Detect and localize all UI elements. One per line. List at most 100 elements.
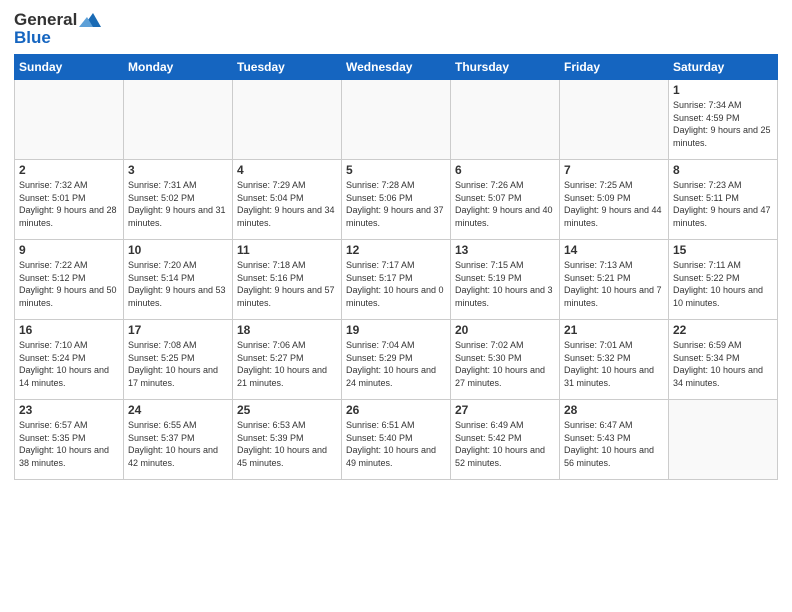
- day-info: Sunrise: 7:08 AM Sunset: 5:25 PM Dayligh…: [128, 339, 228, 389]
- day-info: Sunrise: 7:04 AM Sunset: 5:29 PM Dayligh…: [346, 339, 446, 389]
- day-number: 1: [673, 83, 773, 97]
- day-info: Sunrise: 6:55 AM Sunset: 5:37 PM Dayligh…: [128, 419, 228, 469]
- weekday-wednesday: Wednesday: [342, 55, 451, 80]
- day-info: Sunrise: 7:29 AM Sunset: 5:04 PM Dayligh…: [237, 179, 337, 229]
- day-cell: 3 Sunrise: 7:31 AM Sunset: 5:02 PM Daylig…: [124, 160, 233, 240]
- day-cell: 17 Sunrise: 7:08 AM Sunset: 5:25 PM Dayli…: [124, 320, 233, 400]
- day-number: 19: [346, 323, 446, 337]
- day-info: Sunrise: 6:51 AM Sunset: 5:40 PM Dayligh…: [346, 419, 446, 469]
- day-info: Sunrise: 7:26 AM Sunset: 5:07 PM Dayligh…: [455, 179, 555, 229]
- day-number: 7: [564, 163, 664, 177]
- day-cell: [451, 80, 560, 160]
- day-cell: 13 Sunrise: 7:15 AM Sunset: 5:19 PM Dayli…: [451, 240, 560, 320]
- day-number: 28: [564, 403, 664, 417]
- day-info: Sunrise: 7:23 AM Sunset: 5:11 PM Dayligh…: [673, 179, 773, 229]
- weekday-tuesday: Tuesday: [233, 55, 342, 80]
- day-number: 10: [128, 243, 228, 257]
- day-cell: 8Sunrise: 7:23 AM Sunset: 5:11 PM Daylig…: [669, 160, 778, 240]
- day-cell: [15, 80, 124, 160]
- day-cell: 7 Sunrise: 7:25 AM Sunset: 5:09 PM Daylig…: [560, 160, 669, 240]
- day-info: Sunrise: 6:47 AM Sunset: 5:43 PM Dayligh…: [564, 419, 664, 469]
- day-info: Sunrise: 7:20 AM Sunset: 5:14 PM Dayligh…: [128, 259, 228, 309]
- day-cell: 14Sunrise: 7:13 AM Sunset: 5:21 PM Dayli…: [560, 240, 669, 320]
- day-cell: 19 Sunrise: 7:04 AM Sunset: 5:29 PM Dayli…: [342, 320, 451, 400]
- day-cell: 21 Sunrise: 7:01 AM Sunset: 5:32 PM Dayli…: [560, 320, 669, 400]
- day-cell: 18 Sunrise: 7:06 AM Sunset: 5:27 PM Dayli…: [233, 320, 342, 400]
- logo-icon: [79, 13, 101, 27]
- day-cell: 6 Sunrise: 7:26 AM Sunset: 5:07 PM Daylig…: [451, 160, 560, 240]
- day-number: 14: [564, 243, 664, 257]
- day-info: Sunrise: 7:10 AM Sunset: 5:24 PM Dayligh…: [19, 339, 119, 389]
- day-cell: [560, 80, 669, 160]
- day-number: 20: [455, 323, 555, 337]
- day-cell: 11 Sunrise: 7:18 AM Sunset: 5:16 PM Dayli…: [233, 240, 342, 320]
- day-cell: 27Sunrise: 6:49 AM Sunset: 5:42 PM Dayli…: [451, 400, 560, 480]
- day-cell: [233, 80, 342, 160]
- weekday-monday: Monday: [124, 55, 233, 80]
- day-info: Sunrise: 7:02 AM Sunset: 5:30 PM Dayligh…: [455, 339, 555, 389]
- day-number: 2: [19, 163, 119, 177]
- day-info: Sunrise: 6:53 AM Sunset: 5:39 PM Dayligh…: [237, 419, 337, 469]
- day-cell: 2 Sunrise: 7:32 AM Sunset: 5:01 PM Daylig…: [15, 160, 124, 240]
- day-number: 25: [237, 403, 337, 417]
- day-cell: 1 Sunrise: 7:34 AM Sunset: 4:59 PM Daylig…: [669, 80, 778, 160]
- day-info: Sunrise: 7:34 AM Sunset: 4:59 PM Dayligh…: [673, 99, 773, 149]
- day-number: 21: [564, 323, 664, 337]
- day-number: 11: [237, 243, 337, 257]
- week-row-5: 23Sunrise: 6:57 AM Sunset: 5:35 PM Dayli…: [15, 400, 778, 480]
- day-number: 13: [455, 243, 555, 257]
- weekday-thursday: Thursday: [451, 55, 560, 80]
- day-info: Sunrise: 7:25 AM Sunset: 5:09 PM Dayligh…: [564, 179, 664, 229]
- day-cell: 16 Sunrise: 7:10 AM Sunset: 5:24 PM Dayli…: [15, 320, 124, 400]
- day-cell: 10 Sunrise: 7:20 AM Sunset: 5:14 PM Dayli…: [124, 240, 233, 320]
- day-number: 16: [19, 323, 119, 337]
- day-cell: 24 Sunrise: 6:55 AM Sunset: 5:37 PM Dayli…: [124, 400, 233, 480]
- day-number: 26: [346, 403, 446, 417]
- day-cell: [124, 80, 233, 160]
- day-cell: 5 Sunrise: 7:28 AM Sunset: 5:06 PM Daylig…: [342, 160, 451, 240]
- week-row-3: 9Sunrise: 7:22 AM Sunset: 5:12 PM Daylig…: [15, 240, 778, 320]
- day-number: 23: [19, 403, 119, 417]
- day-cell: [669, 400, 778, 480]
- day-cell: 12 Sunrise: 7:17 AM Sunset: 5:17 PM Dayli…: [342, 240, 451, 320]
- header: General Blue: [14, 10, 778, 48]
- day-number: 3: [128, 163, 228, 177]
- day-info: Sunrise: 7:06 AM Sunset: 5:27 PM Dayligh…: [237, 339, 337, 389]
- day-info: Sunrise: 7:18 AM Sunset: 5:16 PM Dayligh…: [237, 259, 337, 309]
- day-info: Sunrise: 7:01 AM Sunset: 5:32 PM Dayligh…: [564, 339, 664, 389]
- day-cell: 25 Sunrise: 6:53 AM Sunset: 5:39 PM Dayli…: [233, 400, 342, 480]
- weekday-friday: Friday: [560, 55, 669, 80]
- day-cell: 28 Sunrise: 6:47 AM Sunset: 5:43 PM Dayli…: [560, 400, 669, 480]
- day-number: 4: [237, 163, 337, 177]
- day-info: Sunrise: 7:15 AM Sunset: 5:19 PM Dayligh…: [455, 259, 555, 309]
- page-container: General Blue SundayMondayTuesdayWednesda…: [0, 0, 792, 486]
- logo-blue: Blue: [14, 28, 51, 48]
- day-cell: 4 Sunrise: 7:29 AM Sunset: 5:04 PM Daylig…: [233, 160, 342, 240]
- calendar-table: SundayMondayTuesdayWednesdayThursdayFrid…: [14, 54, 778, 480]
- day-number: 5: [346, 163, 446, 177]
- day-number: 12: [346, 243, 446, 257]
- day-number: 18: [237, 323, 337, 337]
- weekday-saturday: Saturday: [669, 55, 778, 80]
- day-info: Sunrise: 7:11 AM Sunset: 5:22 PM Dayligh…: [673, 259, 773, 309]
- day-number: 17: [128, 323, 228, 337]
- day-info: Sunrise: 7:28 AM Sunset: 5:06 PM Dayligh…: [346, 179, 446, 229]
- day-info: Sunrise: 7:31 AM Sunset: 5:02 PM Dayligh…: [128, 179, 228, 229]
- day-number: 24: [128, 403, 228, 417]
- day-cell: 9Sunrise: 7:22 AM Sunset: 5:12 PM Daylig…: [15, 240, 124, 320]
- week-row-1: 1 Sunrise: 7:34 AM Sunset: 4:59 PM Daylig…: [15, 80, 778, 160]
- day-cell: 26 Sunrise: 6:51 AM Sunset: 5:40 PM Dayli…: [342, 400, 451, 480]
- day-cell: [342, 80, 451, 160]
- day-number: 6: [455, 163, 555, 177]
- week-row-2: 2 Sunrise: 7:32 AM Sunset: 5:01 PM Daylig…: [15, 160, 778, 240]
- week-row-4: 16 Sunrise: 7:10 AM Sunset: 5:24 PM Dayli…: [15, 320, 778, 400]
- logo: General Blue: [14, 10, 101, 48]
- day-info: Sunrise: 7:22 AM Sunset: 5:12 PM Dayligh…: [19, 259, 119, 309]
- day-cell: 20 Sunrise: 7:02 AM Sunset: 5:30 PM Dayli…: [451, 320, 560, 400]
- weekday-header-row: SundayMondayTuesdayWednesdayThursdayFrid…: [15, 55, 778, 80]
- day-info: Sunrise: 7:17 AM Sunset: 5:17 PM Dayligh…: [346, 259, 446, 309]
- day-info: Sunrise: 7:32 AM Sunset: 5:01 PM Dayligh…: [19, 179, 119, 229]
- weekday-sunday: Sunday: [15, 55, 124, 80]
- day-cell: 23Sunrise: 6:57 AM Sunset: 5:35 PM Dayli…: [15, 400, 124, 480]
- day-number: 27: [455, 403, 555, 417]
